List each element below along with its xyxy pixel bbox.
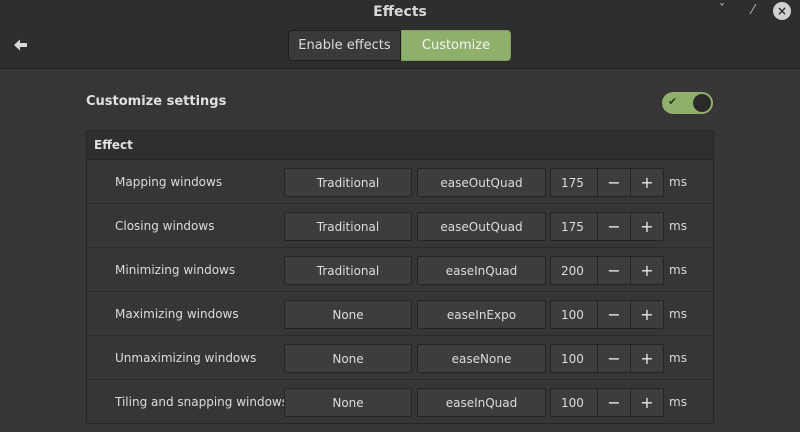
easing-button[interactable]: easeInQuad bbox=[417, 388, 546, 417]
increment-button[interactable]: + bbox=[631, 257, 663, 284]
duration-input[interactable]: 100 bbox=[551, 345, 598, 372]
effect-type-button[interactable]: Traditional bbox=[284, 256, 412, 285]
duration-unit: ms bbox=[669, 394, 687, 409]
section-title: Customize settings bbox=[86, 94, 227, 109]
increment-button[interactable]: + bbox=[631, 345, 663, 372]
duration-spinbutton: 100− + bbox=[550, 300, 664, 329]
duration-spinbutton: 175− + bbox=[550, 212, 664, 241]
duration-input[interactable]: 100 bbox=[551, 301, 598, 328]
tab-customize[interactable]: Customize bbox=[401, 30, 511, 61]
duration-input[interactable]: 175 bbox=[551, 213, 598, 240]
effects-table: Effect Mapping windows Traditional easeOut… bbox=[86, 130, 714, 424]
window-title: Effects bbox=[373, 4, 427, 20]
duration-spinbutton: 200− + bbox=[550, 256, 664, 285]
increment-button[interactable]: + bbox=[631, 169, 663, 196]
increment-button[interactable]: + bbox=[631, 389, 663, 416]
effect-type-button[interactable]: None bbox=[284, 344, 412, 373]
effect-label: Unmaximizing windows bbox=[115, 350, 257, 365]
effect-label: Maximizing windows bbox=[115, 306, 239, 321]
tab-enable-effects[interactable]: Enable effects bbox=[288, 30, 401, 61]
toggle-knob bbox=[693, 94, 711, 112]
effect-type-button[interactable]: Traditional bbox=[284, 212, 412, 241]
back-button[interactable] bbox=[12, 36, 30, 54]
duration-input[interactable]: 100 bbox=[551, 389, 598, 416]
duration-spinbutton: 100− + bbox=[550, 344, 664, 373]
effect-type-button[interactable]: Traditional bbox=[284, 168, 412, 197]
minimize-button[interactable]: ˇ bbox=[713, 2, 731, 20]
effect-row-unmaximizing-windows: Unmaximizing windows None easeNone 100− + ms bbox=[87, 336, 713, 380]
customize-settings-toggle[interactable]: ✔ bbox=[662, 92, 713, 114]
effect-label: Tiling and snapping windows bbox=[115, 394, 288, 409]
duration-unit: ms bbox=[669, 174, 687, 189]
duration-spinbutton: 100− + bbox=[550, 388, 664, 417]
duration-spinbutton: 175− + bbox=[550, 168, 664, 197]
increment-button[interactable]: + bbox=[631, 301, 663, 328]
increment-button[interactable]: + bbox=[631, 213, 663, 240]
duration-unit: ms bbox=[669, 306, 687, 321]
maximize-button[interactable]: ⁄ bbox=[744, 2, 762, 20]
close-button[interactable]: × bbox=[773, 2, 791, 20]
table-header: Effect bbox=[87, 131, 713, 160]
effect-row-tiling-and-snapping-windows: Tiling and snapping windows None easeInQua… bbox=[87, 380, 713, 424]
easing-button[interactable]: easeOutQuad bbox=[417, 168, 546, 197]
easing-button[interactable]: easeInQuad bbox=[417, 256, 546, 285]
effect-label: Minimizing windows bbox=[115, 262, 236, 277]
effect-row-minimizing-windows: Minimizing windows Traditional easeInQuad 2… bbox=[87, 248, 713, 292]
duration-unit: ms bbox=[669, 218, 687, 233]
effect-type-button[interactable]: None bbox=[284, 300, 412, 329]
header-bar: Effects ˇ ⁄ × Enable effects Customize bbox=[0, 0, 800, 69]
back-arrow-icon bbox=[14, 39, 27, 51]
effect-row-maximizing-windows: Maximizing windows None easeInExpo 100− + ms bbox=[87, 292, 713, 336]
effect-row-mapping-windows: Mapping windows Traditional easeOutQuad 175… bbox=[87, 160, 713, 204]
duration-input[interactable]: 200 bbox=[551, 257, 598, 284]
decrement-button[interactable]: − bbox=[598, 169, 631, 196]
decrement-button[interactable]: − bbox=[598, 389, 631, 416]
easing-button[interactable]: easeOutQuad bbox=[417, 212, 546, 241]
effect-type-button[interactable]: None bbox=[284, 388, 412, 417]
decrement-button[interactable]: − bbox=[598, 345, 631, 372]
view-switcher: Enable effects Customize bbox=[288, 30, 511, 61]
duration-input[interactable]: 175 bbox=[551, 169, 598, 196]
effect-row-closing-windows: Closing windows Traditional easeOutQuad 175… bbox=[87, 204, 713, 248]
effect-label: Closing windows bbox=[115, 218, 215, 233]
duration-unit: ms bbox=[669, 350, 687, 365]
easing-button[interactable]: easeNone bbox=[417, 344, 546, 373]
decrement-button[interactable]: − bbox=[598, 301, 631, 328]
decrement-button[interactable]: − bbox=[598, 257, 631, 284]
effect-label: Mapping windows bbox=[115, 174, 223, 189]
check-icon: ✔ bbox=[668, 95, 678, 108]
easing-button[interactable]: easeInExpo bbox=[417, 300, 546, 329]
decrement-button[interactable]: − bbox=[598, 213, 631, 240]
duration-unit: ms bbox=[669, 262, 687, 277]
